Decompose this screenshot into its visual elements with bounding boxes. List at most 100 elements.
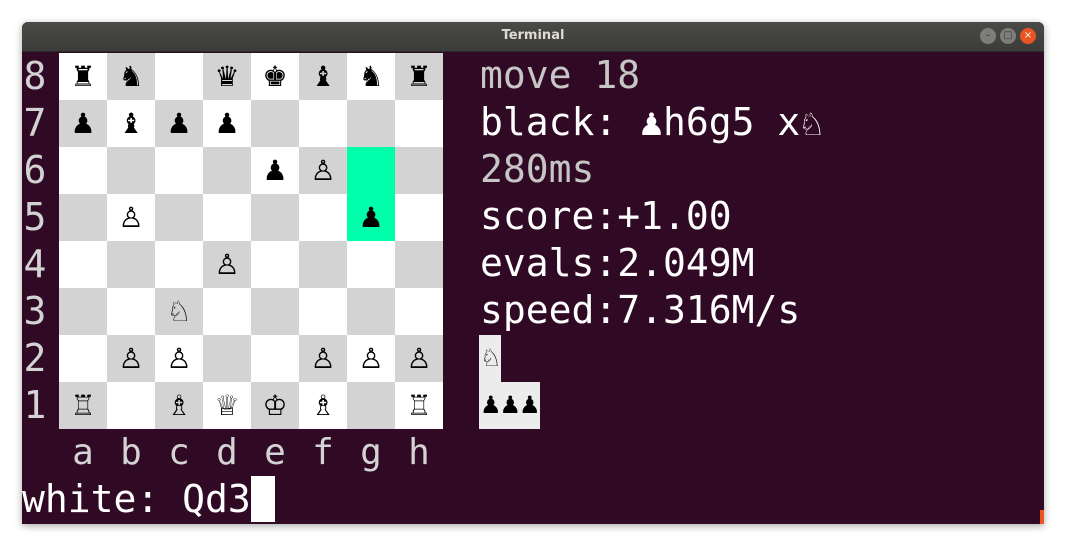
- square-d6: [203, 147, 251, 194]
- square-c5: [155, 194, 203, 241]
- square-g8: ♞: [347, 53, 395, 100]
- square-d8: ♛: [203, 53, 251, 100]
- square-b5: ♙: [107, 194, 155, 241]
- rank-label: 6: [23, 148, 47, 192]
- square-f8: ♝: [299, 53, 347, 100]
- file-label: g: [360, 432, 382, 473]
- square-c7: ♟: [155, 100, 203, 147]
- square-g6: [347, 147, 395, 194]
- square-h8: ♜: [395, 53, 443, 100]
- square-b4: [107, 241, 155, 288]
- square-e6: ♟: [251, 147, 299, 194]
- square-b6: [107, 147, 155, 194]
- square-b8: ♞: [107, 53, 155, 100]
- square-h7: [395, 100, 443, 147]
- square-f4: [299, 241, 347, 288]
- square-g2: ♙: [347, 335, 395, 382]
- file-label: f: [312, 432, 334, 473]
- square-f3: [299, 288, 347, 335]
- score: score:+1.00: [480, 194, 732, 238]
- evals: evals:2.049M: [480, 241, 755, 285]
- file-label: b: [120, 432, 142, 473]
- square-a3: [59, 288, 107, 335]
- file-label: a: [72, 432, 94, 473]
- close-button[interactable]: ×: [1020, 28, 1036, 44]
- file-label: h: [408, 432, 430, 473]
- square-a1: ♖: [59, 382, 107, 429]
- terminal-content[interactable]: 8 7 6 5 4 3 2 1 ♜ ♞ ♛ ♚ ♝ ♞ ♜ ♟ ♝ ♟ ♟ ♟ ♙ ♙ ♟ ♙ ♘ ♙ ♙ ♙ ♙ ♙ ♖ ♗…: [22, 52, 1044, 524]
- square-g4: [347, 241, 395, 288]
- terminal-window: Terminal – □ × 8 7 6 5 4 3 2 1 ♜ ♞ ♛ ♚ ♝ ♞ ♜ ♟ ♝…: [22, 22, 1044, 524]
- square-d5: [203, 194, 251, 241]
- square-d1: ♕: [203, 382, 251, 429]
- window-title: Terminal: [501, 28, 565, 43]
- rank-label: 4: [23, 242, 47, 286]
- file-label: c: [168, 432, 190, 473]
- speed: speed:7.316M/s: [480, 288, 801, 332]
- square-e5: [251, 194, 299, 241]
- captured-black-pieces: ♟♟♟: [479, 382, 541, 429]
- square-e7: [251, 100, 299, 147]
- square-a7: ♟: [59, 100, 107, 147]
- square-e2: [251, 335, 299, 382]
- square-h2: ♙: [395, 335, 443, 382]
- file-label: d: [216, 432, 238, 473]
- scrollbar[interactable]: [1040, 510, 1044, 524]
- square-f2: ♙: [299, 335, 347, 382]
- last-move: black: ♟h6g5 x♘: [480, 100, 824, 144]
- rank-label: 3: [23, 289, 47, 333]
- minimize-button[interactable]: –: [980, 28, 996, 44]
- square-f6: ♙: [299, 147, 347, 194]
- rank-label: 7: [23, 101, 47, 145]
- square-g1: [347, 382, 395, 429]
- move-number: move 18: [480, 53, 641, 97]
- square-h6: [395, 147, 443, 194]
- square-g3: [347, 288, 395, 335]
- square-a2: [59, 335, 107, 382]
- square-f7: [299, 100, 347, 147]
- captured-white-pieces: ♘: [479, 335, 501, 382]
- square-h4: [395, 241, 443, 288]
- square-c8: [155, 53, 203, 100]
- rank-label: 2: [23, 336, 47, 380]
- square-e4: [251, 241, 299, 288]
- square-e8: ♚: [251, 53, 299, 100]
- square-a4: [59, 241, 107, 288]
- square-a5: [59, 194, 107, 241]
- square-b7: ♝: [107, 100, 155, 147]
- square-d2: [203, 335, 251, 382]
- square-f5: [299, 194, 347, 241]
- square-d3: [203, 288, 251, 335]
- square-d4: ♙: [203, 241, 251, 288]
- square-a8: ♜: [59, 53, 107, 100]
- square-b3: [107, 288, 155, 335]
- square-e3: [251, 288, 299, 335]
- file-label: e: [264, 432, 286, 473]
- square-e1: ♔: [251, 382, 299, 429]
- square-b2: ♙: [107, 335, 155, 382]
- square-b1: [107, 382, 155, 429]
- square-d7: ♟: [203, 100, 251, 147]
- think-time: 280ms: [480, 147, 595, 191]
- square-c3: ♘: [155, 288, 203, 335]
- title-bar[interactable]: Terminal – □ ×: [22, 22, 1044, 52]
- square-h1: ♖: [395, 382, 443, 429]
- text-cursor: [250, 476, 275, 522]
- maximize-button[interactable]: □: [1000, 28, 1016, 44]
- square-g7: [347, 100, 395, 147]
- square-f1: ♗: [299, 382, 347, 429]
- chess-board: ♜ ♞ ♛ ♚ ♝ ♞ ♜ ♟ ♝ ♟ ♟ ♟ ♙ ♙ ♟ ♙ ♘ ♙ ♙ ♙ ♙ ♙ ♖ ♗ ♕ ♔ ♗ ♖: [59, 53, 443, 429]
- square-c4: [155, 241, 203, 288]
- square-g5: ♟: [347, 194, 395, 241]
- square-c2: ♙: [155, 335, 203, 382]
- rank-label: 1: [23, 383, 47, 427]
- command-prompt[interactable]: white: Qd3: [22, 476, 275, 523]
- prompt-text: white: Qd3: [22, 477, 251, 521]
- square-c6: [155, 147, 203, 194]
- square-h3: [395, 288, 443, 335]
- square-c1: ♗: [155, 382, 203, 429]
- square-h5: [395, 194, 443, 241]
- rank-label: 8: [23, 54, 47, 98]
- rank-label: 5: [23, 195, 47, 239]
- square-a6: [59, 147, 107, 194]
